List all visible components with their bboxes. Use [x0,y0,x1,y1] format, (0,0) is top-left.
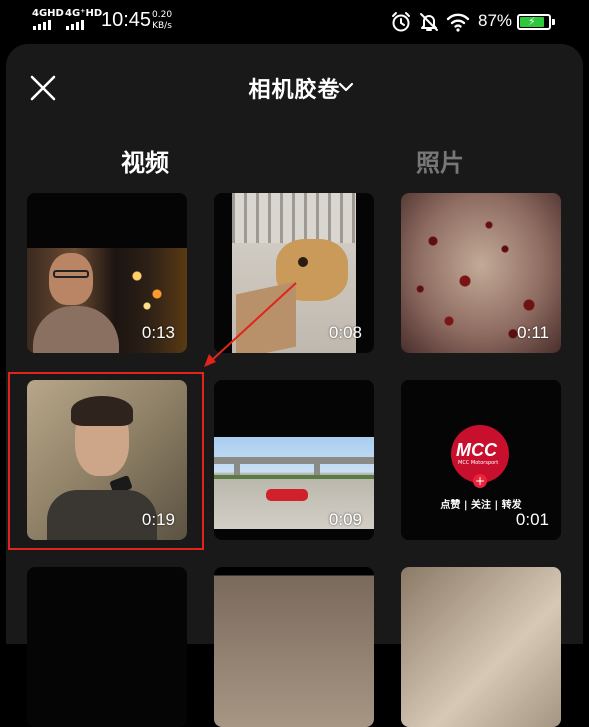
video-duration: 0:09 [328,510,362,529]
signal-icon [33,20,51,30]
network-label-1: 4GHD [32,8,64,19]
video-thumbnail[interactable]: MCC MCC Motorsport + 点赞 | 关注 | 转发 0:01 [401,380,561,540]
battery-percent: 87% [478,11,513,30]
network-speed: 0.20 KB/s [152,10,172,32]
battery-icon: ⚡ [517,14,555,30]
plus-icon: + [473,474,487,488]
video-thumbnail[interactable]: 0:09 [214,380,374,540]
video-thumbnail[interactable] [214,567,374,727]
mcc-logo-text: MCC [456,440,497,460]
video-thumbnail[interactable]: 0:13 [27,193,187,353]
tab-photos[interactable]: 照片 [416,143,464,178]
video-thumbnail[interactable] [401,567,561,727]
selection-highlight [8,372,204,550]
network-label-2: 4G⁺HD [65,8,103,19]
speed-value: 0.20 [152,10,173,20]
video-duration: 0:01 [515,510,549,529]
status-bar: 4GHD 4G⁺HD 10:45 0.20 KB/s 87% ⚡ [0,0,589,44]
clock: 10:45 [101,9,152,31]
mute-bell-icon [420,13,438,31]
speed-unit: KB/s [152,21,172,31]
tab-videos[interactable]: 视频 [121,143,169,178]
mcc-logo-subtext: MCC Motorsport [458,460,499,466]
video-duration: 0:13 [141,323,175,342]
signal-icon [66,20,84,30]
alarm-icon [392,12,410,32]
video-duration: 0:11 [517,323,549,342]
video-thumbnail[interactable] [27,567,187,727]
album-title[interactable]: 相机胶卷 [0,72,589,104]
video-caption: 点赞 | 关注 | 转发 [440,500,522,511]
video-thumbnail[interactable]: 0:08 [214,193,374,353]
video-duration: 0:08 [328,323,362,342]
wifi-icon [446,13,470,32]
chevron-down-icon[interactable] [337,78,355,96]
video-thumbnail[interactable]: 0:11 [401,193,561,353]
charging-bolt-icon: ⚡ [528,15,536,28]
